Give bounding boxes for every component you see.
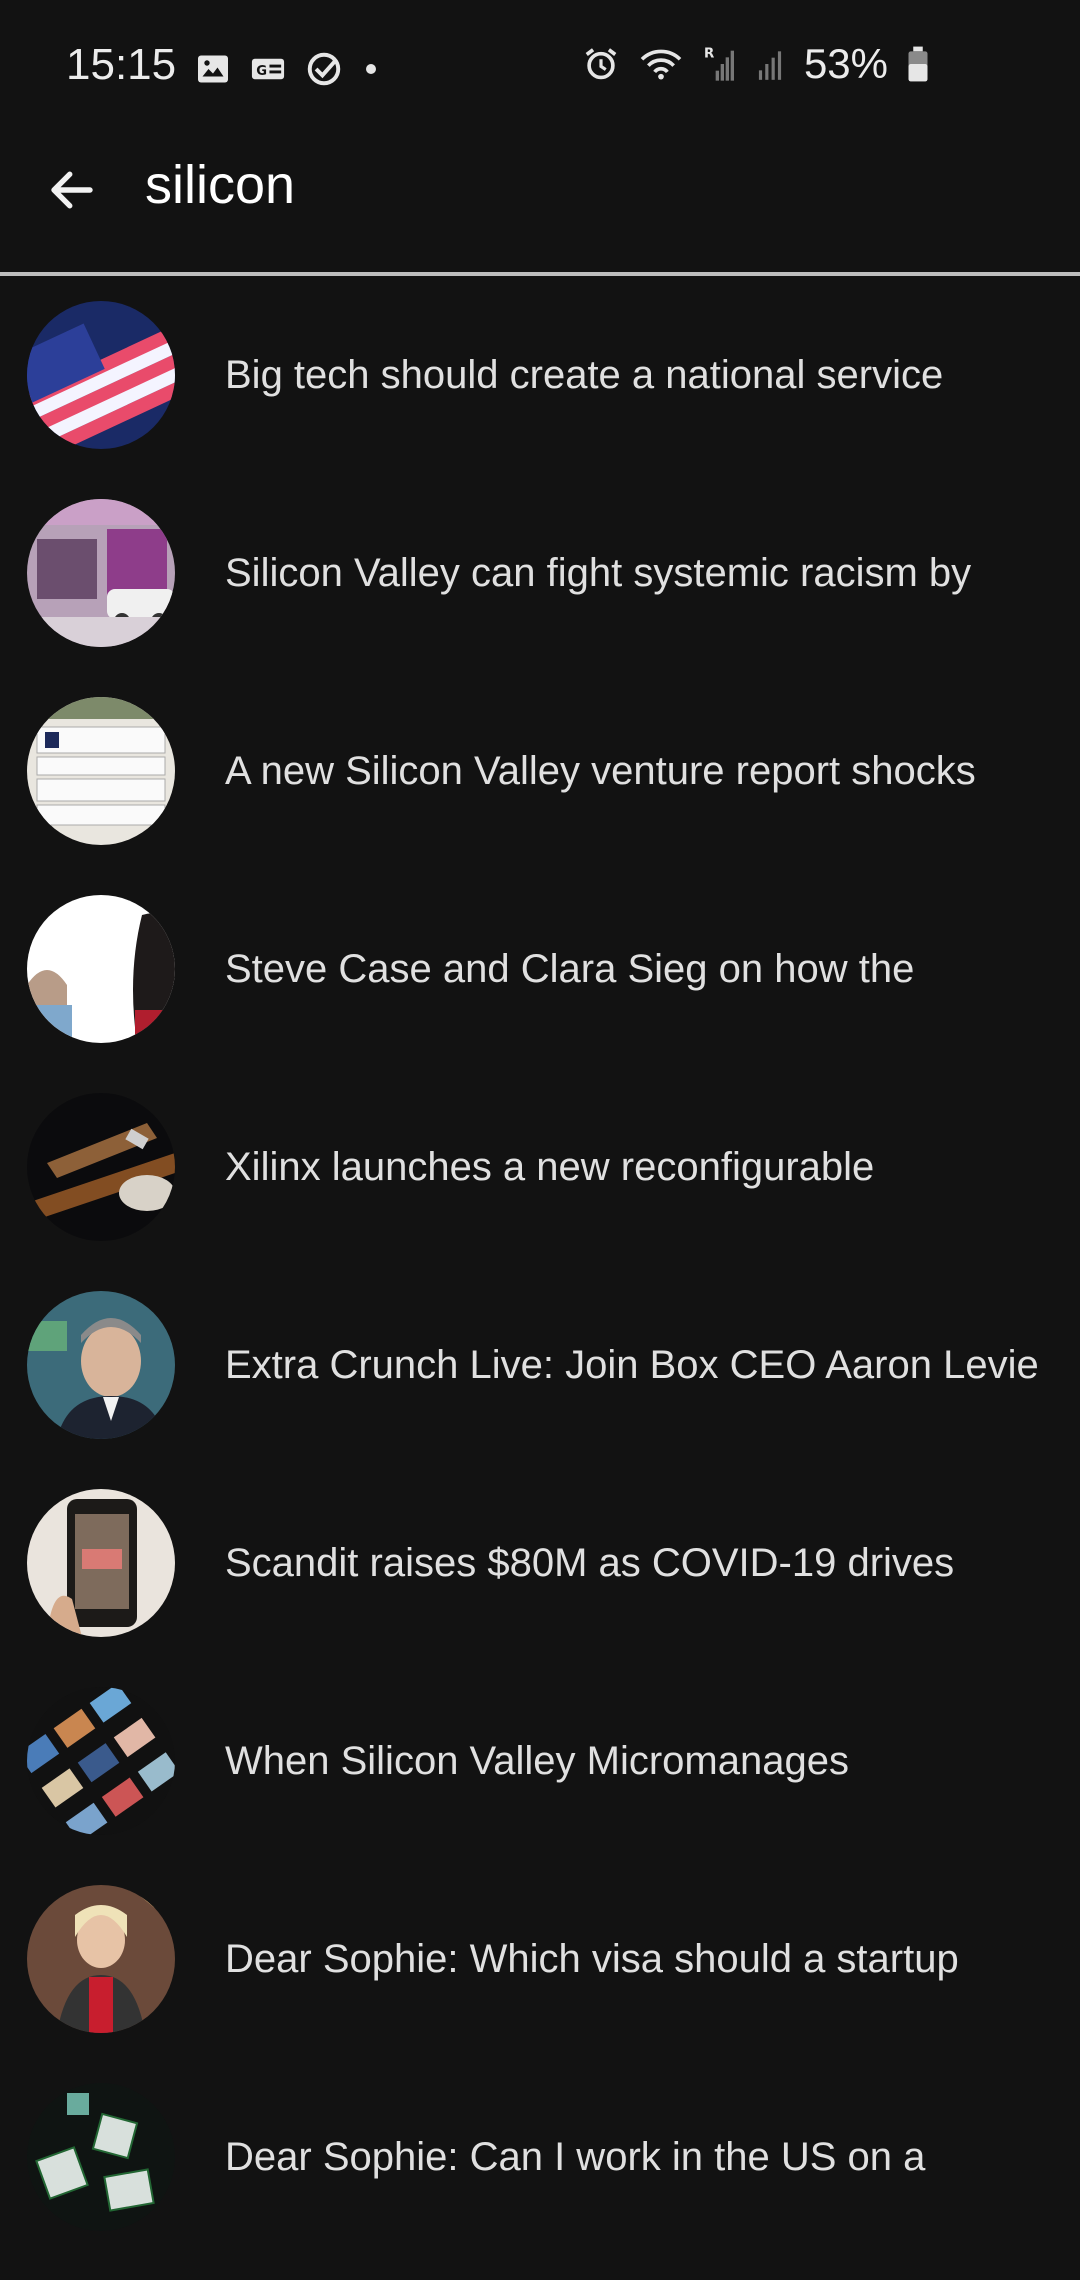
list-item[interactable]: Extra Crunch Live: Join Box CEO Aaron Le… [0, 1266, 1080, 1464]
back-button[interactable] [40, 160, 104, 224]
article-title: Dear Sophie: Can I work in the US on a [225, 2134, 926, 2179]
article-thumbnail [27, 2083, 175, 2231]
list-item[interactable]: Xilinx launches a new reconfigurable [0, 1068, 1080, 1266]
article-thumbnail [27, 1489, 175, 1637]
article-thumbnail [27, 895, 175, 1043]
article-title: Silicon Valley can fight systemic racism… [225, 550, 972, 595]
wifi-icon [638, 45, 684, 83]
news-icon: G [249, 51, 287, 87]
article-thumbnail [27, 1687, 175, 1835]
article-thumbnail [27, 1093, 175, 1241]
article-thumbnail [27, 1885, 175, 2033]
search-query[interactable]: silicon [145, 154, 295, 216]
list-item[interactable]: Silicon Valley can fight systemic racism… [0, 474, 1080, 672]
arrow-left-icon [45, 163, 99, 222]
check-circle-icon [305, 50, 343, 88]
article-title: Scandit raises $80M as COVID-19 drives [225, 1540, 955, 1585]
search-app-bar: silicon [0, 140, 1080, 274]
article-title: Xilinx launches a new reconfigurable [225, 1144, 875, 1189]
article-thumbnail [27, 499, 175, 647]
status-bar: 15:15 G R 53% [0, 0, 1080, 140]
signal-roaming-icon: R [702, 44, 736, 84]
article-title: Extra Crunch Live: Join Box CEO Aaron Le… [225, 1342, 1039, 1387]
battery-percent: 53% [803, 40, 888, 87]
article-title: Dear Sophie: Which visa should a startup [225, 1936, 959, 1981]
article-title: When Silicon Valley Micromanages [225, 1738, 849, 1783]
article-thumbnail [27, 301, 175, 449]
svg-text:R: R [704, 46, 714, 61]
list-item[interactable]: Scandit raises $80M as COVID-19 drives [0, 1464, 1080, 1662]
svg-text:G: G [256, 64, 267, 79]
battery-icon [906, 45, 930, 83]
list-item[interactable]: Dear Sophie: Which visa should a startup [0, 1860, 1080, 2058]
article-thumbnail [27, 697, 175, 845]
list-item[interactable]: A new Silicon Valley venture report shoc… [0, 672, 1080, 870]
article-title: Big tech should create a national servic… [225, 352, 944, 397]
list-item[interactable]: Dear Sophie: Can I work in the US on a [0, 2058, 1080, 2256]
list-item[interactable]: Big tech should create a national servic… [0, 276, 1080, 474]
status-time: 15:15 [66, 40, 177, 89]
signal-icon [754, 45, 786, 83]
alarm-icon [582, 45, 620, 83]
gallery-icon [195, 51, 231, 87]
article-thumbnail [27, 1291, 175, 1439]
dot-icon [361, 59, 381, 79]
list-item[interactable]: Steve Case and Clara Sieg on how the [0, 870, 1080, 1068]
list-item[interactable]: When Silicon Valley Micromanages [0, 1662, 1080, 1860]
search-results-list: Big tech should create a national servic… [0, 276, 1080, 2256]
article-title: Steve Case and Clara Sieg on how the [225, 946, 915, 991]
article-title: A new Silicon Valley venture report shoc… [225, 748, 976, 793]
